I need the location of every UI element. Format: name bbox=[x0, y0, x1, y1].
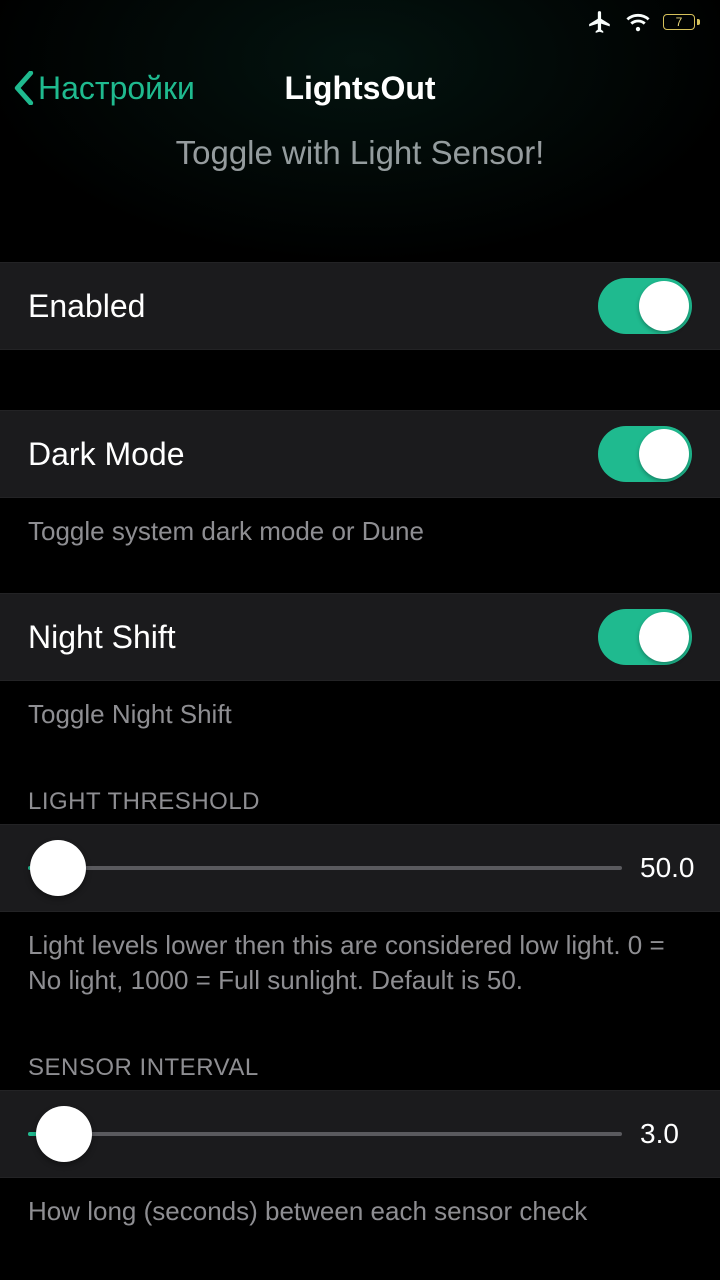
interval-slider[interactable] bbox=[28, 1114, 622, 1154]
interval-value: 3.0 bbox=[640, 1118, 700, 1150]
darkmode-row: Dark Mode bbox=[0, 410, 720, 498]
darkmode-footer: Toggle system dark mode or Dune bbox=[0, 498, 720, 573]
enabled-row: Enabled bbox=[0, 262, 720, 350]
darkmode-toggle[interactable] bbox=[598, 426, 692, 482]
interval-header: SENSOR INTERVAL bbox=[0, 1022, 720, 1090]
nightshift-footer: Toggle Night Shift bbox=[0, 681, 720, 756]
threshold-value: 50.0 bbox=[640, 852, 700, 884]
back-button[interactable]: Настройки bbox=[14, 70, 195, 107]
threshold-row: 50.0 bbox=[0, 824, 720, 912]
nightshift-toggle[interactable] bbox=[598, 609, 692, 665]
enabled-label: Enabled bbox=[28, 288, 145, 325]
back-label: Настройки bbox=[38, 70, 195, 107]
interval-row: 3.0 bbox=[0, 1090, 720, 1178]
chevron-left-icon bbox=[14, 71, 34, 105]
battery-icon: 7 bbox=[663, 14, 700, 30]
threshold-footer: Light levels lower then this are conside… bbox=[0, 912, 720, 1022]
interval-footer: How long (seconds) between each sensor c… bbox=[0, 1178, 720, 1253]
nav-bar: Настройки LightsOut bbox=[0, 44, 720, 132]
threshold-slider[interactable] bbox=[28, 848, 622, 888]
battery-level: 7 bbox=[676, 15, 683, 29]
page-title: LightsOut bbox=[284, 70, 435, 107]
airplane-mode-icon bbox=[587, 9, 613, 35]
nightshift-row: Night Shift bbox=[0, 593, 720, 681]
nightshift-label: Night Shift bbox=[28, 619, 176, 656]
threshold-header: LIGHT THRESHOLD bbox=[0, 756, 720, 824]
status-bar: 7 bbox=[0, 0, 720, 44]
page-subtitle: Toggle with Light Sensor! bbox=[0, 132, 720, 190]
darkmode-label: Dark Mode bbox=[28, 436, 185, 473]
wifi-icon bbox=[625, 11, 651, 33]
enabled-toggle[interactable] bbox=[598, 278, 692, 334]
